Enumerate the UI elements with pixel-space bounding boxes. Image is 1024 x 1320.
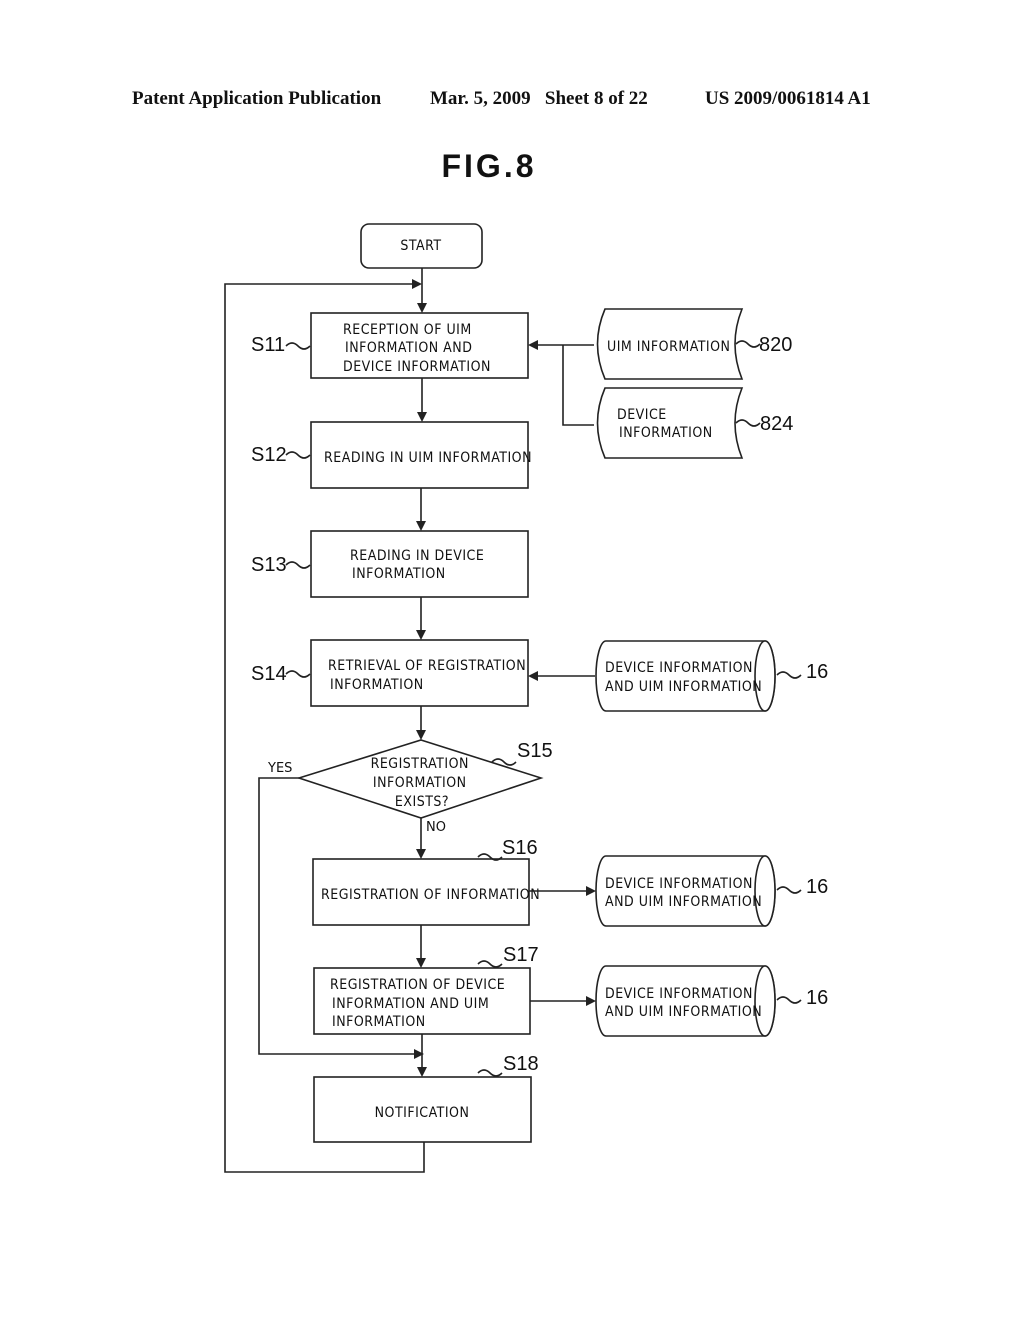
ref-820: 820 [759,334,792,356]
step-s12-text: READING IN UIM INFORMATION [324,450,532,466]
step-s16-text: REGISTRATION OF INFORMATION [321,887,540,903]
ref-824: 824 [760,413,793,435]
leader-squiggle [776,996,802,1004]
step-s13-box [310,530,529,598]
arrow-head [586,886,596,896]
step-s11-label: S11 [251,334,285,356]
flowchart: START RECEPTION OF UIM INFORMATION AND D… [224,223,828,1173]
arrow-head [416,630,426,640]
leader-squiggle [285,561,311,569]
step-s17-label: S17 [503,944,539,966]
no-label: NO [426,820,446,835]
step-s11-text: RECEPTION OF UIM INFORMATION AND DEVICE … [343,322,491,375]
start-text: START [400,238,441,254]
arrow-head [416,730,426,740]
arrow-head [417,303,427,313]
arrow-head [417,412,427,422]
step-s15-label: S15 [517,740,553,762]
arrow-head [528,340,538,350]
arrow-head [416,521,426,531]
uim-information-text: UIM INFORMATION [607,339,730,355]
step-s12-label: S12 [251,444,287,466]
step-s18-label: S18 [503,1053,539,1075]
ref-16-a: 16 [806,661,828,683]
leader-squiggle [776,886,802,894]
yes-label: YES [267,761,292,776]
step-s18-text: NOTIFICATION [375,1105,470,1121]
loop-back-line [224,283,425,1173]
leader-squiggle [735,419,761,427]
arrow-head [416,958,426,968]
leader-squiggle [285,451,311,459]
leader-squiggle [735,340,761,348]
ref-16-c: 16 [806,987,828,1009]
leader-squiggle [285,670,311,678]
connector [562,345,594,426]
step-s16-label: S16 [502,837,538,859]
database-16-retrieval [595,640,776,712]
device-information-source [596,387,744,459]
leader-squiggle [285,342,311,350]
ref-16-b: 16 [806,876,828,898]
leader-squiggle [776,671,802,679]
leader-squiggle [477,1069,503,1077]
step-s14-label: S14 [251,663,287,685]
arrow-head [416,849,426,859]
arrow-head [586,996,596,1006]
arrow-head [412,279,422,289]
step-s13-label: S13 [251,554,287,576]
arrow-head [417,1067,427,1077]
leader-squiggle [477,960,503,968]
